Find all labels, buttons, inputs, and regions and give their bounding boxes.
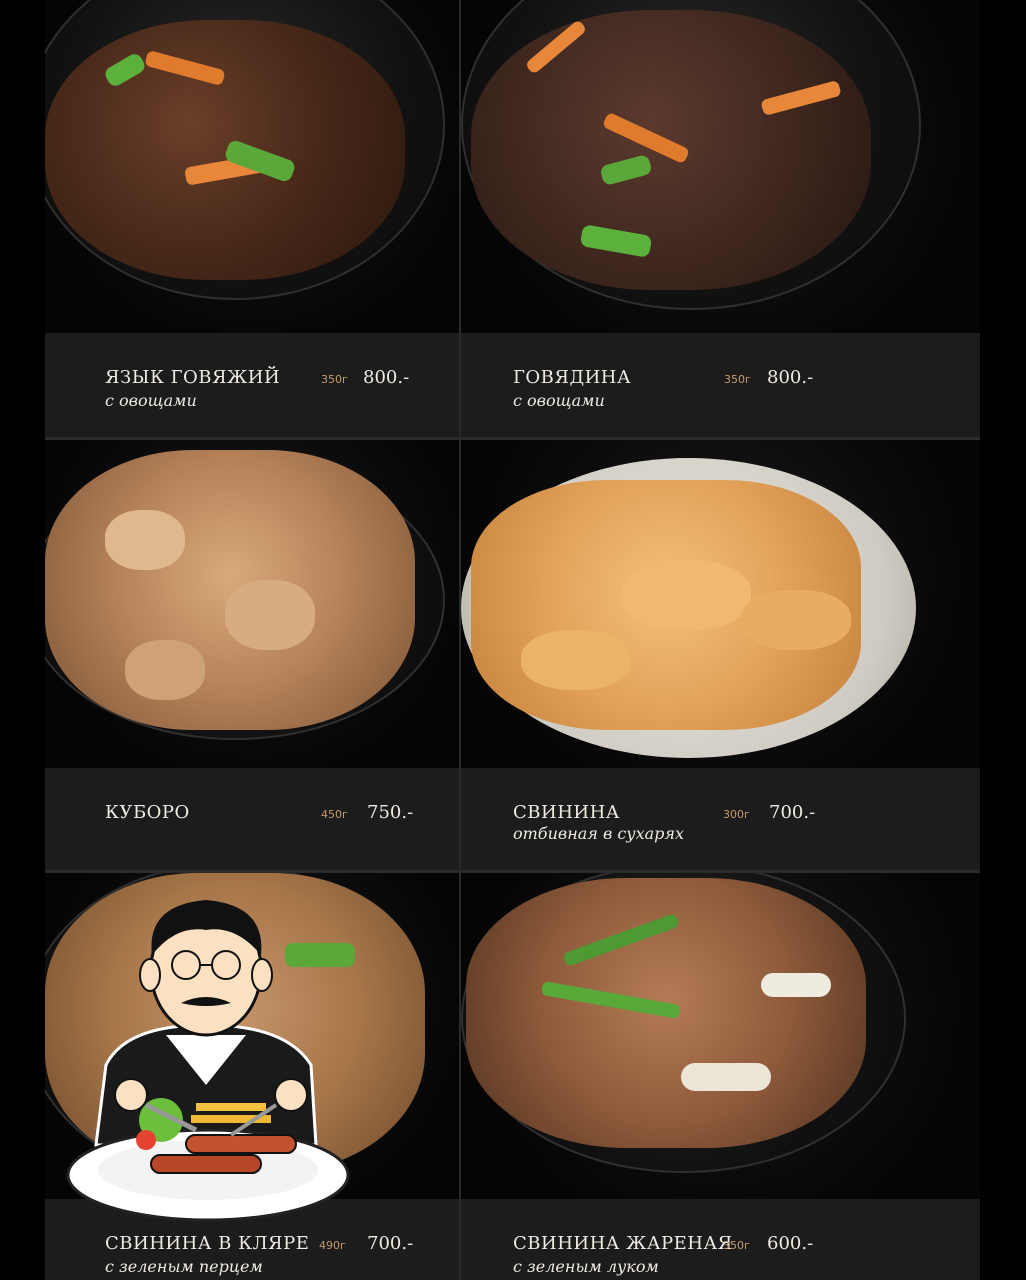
item-info: ЯЗЫК ГОВЯЖИЙ с овощами 350г 800.- xyxy=(45,333,459,437)
cutlet-piece xyxy=(741,590,851,650)
item-weight: 350г xyxy=(321,373,348,386)
item-description: с овощами xyxy=(105,391,197,410)
item-description: с зеленым перцем xyxy=(105,1257,263,1276)
row-divider xyxy=(45,437,980,440)
column-divider xyxy=(459,0,461,1280)
dish-photo xyxy=(461,440,980,768)
item-weight: 300г xyxy=(723,808,750,821)
menu-item-beef[interactable]: ГОВЯДИНА с овощами 350г 800.- xyxy=(461,0,980,437)
item-name: СВИНИНА xyxy=(513,802,620,823)
dish-food xyxy=(45,450,415,730)
item-price: 750.- xyxy=(367,802,414,823)
item-price: 700.- xyxy=(769,802,816,823)
item-weight: 490г xyxy=(319,1239,346,1252)
dish-photo xyxy=(45,440,459,768)
item-description: отбивная в сухарях xyxy=(513,824,685,843)
item-price: 800.- xyxy=(363,367,410,388)
item-price: 700.- xyxy=(367,1233,414,1254)
item-name: КУБОРО xyxy=(105,802,190,823)
item-name: СВИНИНА ЖАРЕНАЯ xyxy=(513,1233,733,1254)
item-price: 800.- xyxy=(767,367,814,388)
menu-item-fried-pork[interactable]: СВИНИНА ЖАРЕНАЯ с зеленым луком 350г 600… xyxy=(461,873,980,1280)
menu-item-beef-tongue[interactable]: ЯЗЫК ГОВЯЖИЙ с овощами 350г 800.- xyxy=(45,0,459,437)
cutlet-piece xyxy=(521,630,631,690)
item-info: СВИНИНА ЖАРЕНАЯ с зеленым луком 350г 600… xyxy=(461,1199,980,1280)
fried-piece xyxy=(125,640,205,700)
restaurant-chef-icon xyxy=(66,885,356,1235)
row-divider xyxy=(45,870,980,873)
menu-item-kuboro[interactable]: КУБОРО 450г 750.- xyxy=(45,440,459,870)
dish-photo xyxy=(461,873,980,1199)
menu-item-pork-cutlet[interactable]: СВИНИНА отбивная в сухарях 300г 700.- xyxy=(461,440,980,870)
item-name: ГОВЯДИНА xyxy=(513,367,632,388)
item-name: ЯЗЫК ГОВЯЖИЙ xyxy=(105,367,281,388)
onion xyxy=(681,1063,771,1091)
item-weight: 350г xyxy=(724,373,751,386)
fried-piece xyxy=(225,580,315,650)
dish-photo xyxy=(461,0,980,333)
fried-piece xyxy=(105,510,185,570)
cutlet-piece xyxy=(621,560,751,630)
item-info: ГОВЯДИНА с овощами 350г 800.- xyxy=(461,333,980,437)
dish-food xyxy=(45,20,405,280)
item-description: с овощами xyxy=(513,391,605,410)
item-info: КУБОРО 450г 750.- xyxy=(45,768,459,870)
item-weight: 350г xyxy=(723,1239,750,1252)
onion xyxy=(761,973,831,997)
item-name: СВИНИНА В КЛЯРЕ xyxy=(105,1233,310,1254)
item-info: СВИНИНА отбивная в сухарях 300г 700.- xyxy=(461,768,980,870)
item-price: 600.- xyxy=(767,1233,814,1254)
dish-photo xyxy=(45,0,459,333)
item-description: с зеленым луком xyxy=(513,1257,659,1276)
item-weight: 450г xyxy=(321,808,348,821)
